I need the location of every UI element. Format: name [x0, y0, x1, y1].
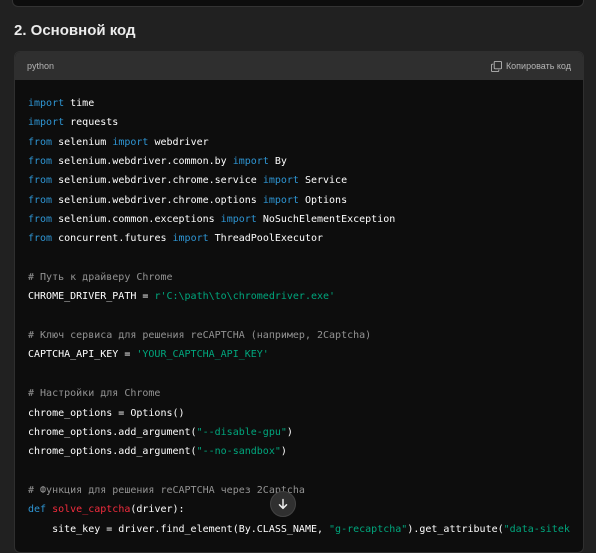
code-token: selenium: [52, 136, 113, 148]
code-token: Options: [298, 194, 348, 206]
code-token: 'YOUR_CAPTCHA_API_KEY': [136, 349, 269, 361]
code-token: selenium.common.exceptions: [52, 214, 221, 226]
code-line: chrome_options.add_argument("--disable-g…: [28, 423, 583, 442]
code-token: chrome_options.add_argument(: [28, 426, 197, 438]
code-block: python Копировать код import time import …: [14, 51, 584, 553]
arrow-down-icon: [278, 498, 288, 510]
code-token: CAPTCHA_API_KEY =: [28, 349, 137, 361]
code-token: "--no-sandbox": [196, 446, 281, 458]
code-line: # Путь к драйверу Chrome: [28, 268, 583, 287]
code-token: from: [28, 136, 53, 148]
code-token: import: [232, 156, 269, 168]
code-token: from: [28, 156, 53, 168]
previous-code-block-edge: [12, 0, 584, 7]
code-line: import requests: [28, 113, 583, 132]
code-token: ): [280, 446, 287, 458]
code-token: chrome_options.add_argument(: [28, 446, 197, 458]
code-token: r'C:\path\to\chromedriver.exe': [154, 291, 336, 303]
code-token: import: [262, 194, 299, 206]
code-token: # Путь к драйверу Chrome: [28, 272, 173, 284]
code-token: selenium.webdriver.chrome.options: [52, 194, 263, 206]
code-token: By: [268, 156, 287, 168]
code-block-header: python Копировать код: [15, 52, 583, 80]
code-token: import: [262, 175, 299, 187]
copy-code-button[interactable]: Копировать код: [490, 60, 571, 72]
code-token: chrome_options = Options(): [28, 407, 185, 419]
code-token: import: [172, 233, 209, 245]
code-line: # Настройки для Chrome: [28, 384, 583, 403]
code-line: def solve_captcha(driver):: [28, 500, 583, 519]
code-line: from concurrent.futures import ThreadPoo…: [28, 229, 583, 248]
code-token: ): [286, 426, 293, 438]
code-token: import: [112, 136, 149, 148]
code-token: # Настройки для Chrome: [28, 388, 161, 400]
code-token: def: [28, 504, 47, 516]
code-line: from selenium.webdriver.chrome.options i…: [28, 191, 583, 210]
section-heading: 2. Основной код: [14, 22, 136, 39]
code-line: chrome_options.add_argument("--no-sandbo…: [28, 442, 583, 461]
code-token: from: [28, 233, 53, 245]
code-token: # Функция для решения reCAPTCHA через 2C…: [28, 484, 305, 496]
code-line: from selenium.webdriver.common.by import…: [28, 152, 583, 171]
code-line: chrome_options = Options(): [28, 404, 583, 423]
code-token: concurrent.futures: [52, 233, 173, 245]
code-line: from selenium.webdriver.chrome.service i…: [28, 171, 583, 190]
code-token: from: [28, 194, 53, 206]
code-language-label: python: [27, 61, 55, 71]
code-token: import: [28, 98, 65, 109]
code-line: # Функция для решения reCAPTCHA через 2C…: [28, 481, 583, 500]
code-token: selenium.webdriver.common.by: [52, 156, 233, 168]
code-token: from: [28, 175, 53, 187]
code-line: CHROME_DRIVER_PATH = r'C:\path\to\chrome…: [28, 287, 583, 306]
code-token: "--disable-gpu": [196, 426, 287, 438]
code-token: Service: [298, 175, 348, 187]
code-line: # Ключ сервиса для решения reCAPTCHA (на…: [28, 326, 583, 345]
code-token: import: [220, 214, 257, 226]
code-token: ThreadPoolExecutor: [208, 233, 324, 245]
code-token: # Ключ сервиса для решения reCAPTCHA (на…: [28, 330, 372, 342]
code-token: import: [28, 117, 65, 129]
code-token: webdriver: [148, 136, 209, 148]
scroll-to-bottom-button[interactable]: [270, 491, 296, 517]
code-line: from selenium import webdriver: [28, 133, 583, 152]
code-content: import time import requests from selenium …: [15, 80, 583, 539]
code-token: time: [64, 98, 95, 109]
code-token: requests: [64, 117, 119, 129]
code-token: CHROME_DRIVER_PATH =: [28, 291, 155, 303]
code-line: site_key = driver.find_element(By.CLASS_…: [28, 520, 583, 539]
code-token: from: [28, 214, 53, 226]
code-token: selenium.webdriver.chrome.service: [52, 175, 263, 187]
code-token: NoSuchElementException: [256, 214, 396, 226]
copy-icon: [490, 60, 502, 72]
code-line: CAPTCHA_API_KEY = 'YOUR_CAPTCHA_API_KEY': [28, 345, 583, 364]
copy-code-label: Копировать код: [505, 61, 571, 71]
code-line: import time: [28, 94, 583, 113]
code-line: from selenium.common.exceptions import N…: [28, 210, 583, 229]
code-token: solve_captcha: [52, 504, 131, 516]
code-token: (driver):: [130, 504, 185, 516]
